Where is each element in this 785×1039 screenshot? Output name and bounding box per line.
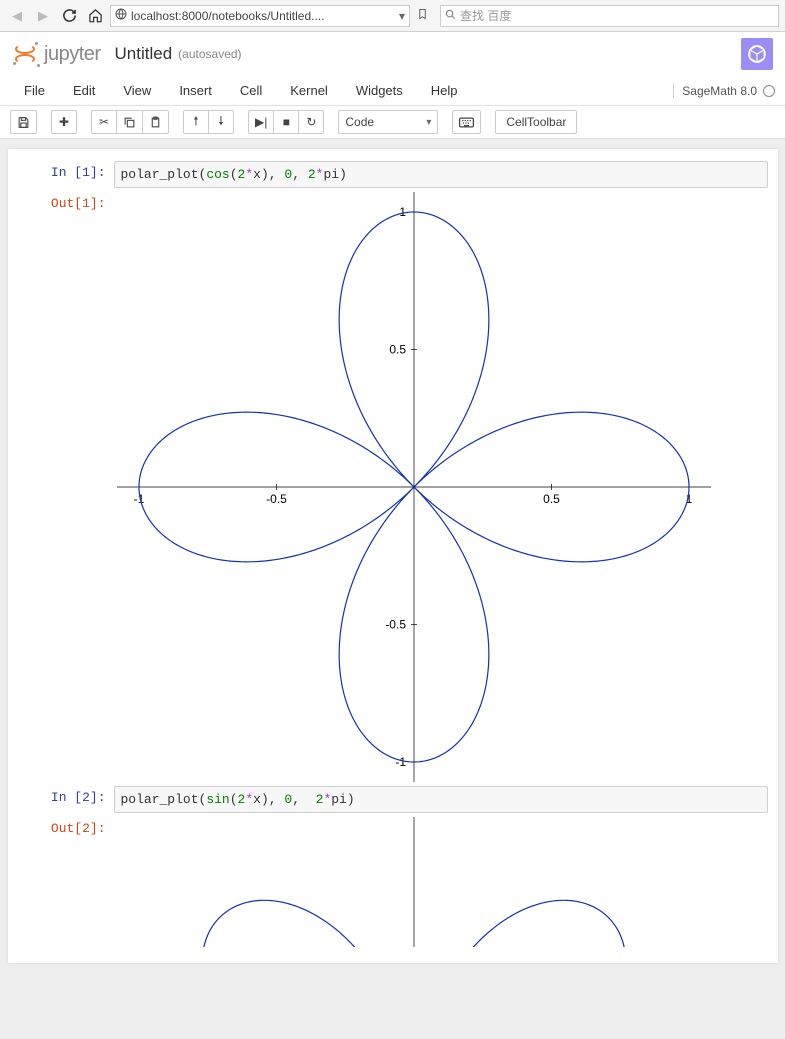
command-palette-button[interactable] — [452, 110, 481, 134]
plus-icon: ✚ — [59, 115, 69, 129]
cell-toolbar-button[interactable]: CellToolbar — [495, 110, 577, 134]
restart-button[interactable]: ↻ — [298, 110, 324, 134]
notebook-title[interactable]: Untitled — [115, 44, 173, 64]
home-button[interactable] — [84, 5, 106, 27]
sagemath-icon[interactable] — [741, 38, 773, 70]
url-bar[interactable]: localhost:8000/notebooks/Untitled.... ▾ — [110, 5, 410, 27]
jupyter-logo-text: jupyter — [44, 43, 101, 66]
output-cell: Out[2]: 0.5 — [18, 817, 768, 947]
back-button[interactable]: ◀ — [6, 5, 28, 27]
output-cell: Out[1]: -1-0.50.51-1-0.50.51 — [18, 192, 768, 782]
svg-text:0.5: 0.5 — [389, 343, 406, 357]
kernel-indicator: SageMath 8.0 — [673, 84, 775, 98]
svg-text:-1: -1 — [395, 755, 406, 769]
stop-button[interactable]: ■ — [273, 110, 299, 134]
notebook-header: jupyter Untitled (autosaved) — [0, 32, 785, 76]
arrow-down-icon: 🠗 — [218, 112, 223, 133]
menu-edit[interactable]: Edit — [59, 79, 109, 102]
svg-text:1: 1 — [399, 205, 406, 219]
menu-kernel[interactable]: Kernel — [276, 79, 342, 102]
url-dropdown-icon[interactable]: ▾ — [399, 9, 405, 23]
jupyter-logo-icon — [12, 41, 38, 67]
menu-file[interactable]: File — [10, 79, 59, 102]
cut-button[interactable]: ✂ — [91, 110, 117, 134]
add-cell-button[interactable]: ✚ — [51, 110, 77, 134]
plot-output: -1-0.50.51-1-0.50.51 — [114, 192, 768, 782]
output-prompt: Out[2]: — [18, 817, 114, 947]
svg-text:-0.5: -0.5 — [266, 492, 287, 506]
search-icon — [445, 9, 456, 23]
cut-icon: ✂ — [99, 115, 109, 129]
reload-button[interactable] — [58, 5, 80, 27]
input-prompt: In [1]: — [18, 161, 114, 188]
browser-toolbar: ◀ ▶ localhost:8000/notebooks/Untitled...… — [0, 0, 785, 32]
forward-button[interactable]: ▶ — [32, 5, 54, 27]
toolbar: ✚ ✂ 🠕 🠗 ▶| ■ ↻ Code CellToolbar — [0, 106, 785, 139]
run-icon: ▶| — [255, 115, 267, 129]
run-button[interactable]: ▶| — [248, 110, 274, 134]
plot-output: 0.5 — [114, 817, 768, 947]
menu-bar: File Edit View Insert Cell Kernel Widget… — [0, 76, 785, 106]
code-cell[interactable]: In [2]: polar_plot(sin(2*x), 0, 2*pi) — [18, 786, 768, 813]
svg-text:-0.5: -0.5 — [385, 618, 406, 632]
jupyter-logo[interactable]: jupyter — [12, 41, 101, 67]
menu-insert[interactable]: Insert — [165, 79, 226, 102]
url-text: localhost:8000/notebooks/Untitled.... — [131, 9, 324, 23]
globe-icon — [115, 8, 127, 23]
cell-type-select[interactable]: Code — [338, 110, 438, 134]
menu-widgets[interactable]: Widgets — [342, 79, 417, 102]
rose-curve-sin2x: 0.5 — [114, 817, 754, 947]
notebook-container: In [1]: polar_plot(cos(2*x), 0, 2*pi) Ou… — [0, 139, 785, 1039]
code-cell[interactable]: In [1]: polar_plot(cos(2*x), 0, 2*pi) — [18, 161, 768, 188]
input-prompt: In [2]: — [18, 786, 114, 813]
menu-view[interactable]: View — [109, 79, 165, 102]
bookmark-icon[interactable] — [414, 7, 430, 24]
kernel-name: SageMath 8.0 — [682, 84, 757, 98]
restart-icon: ↻ — [306, 115, 316, 129]
paste-button[interactable] — [142, 110, 169, 134]
rose-curve-cos2x: -1-0.50.51-1-0.50.51 — [114, 192, 754, 782]
browser-search[interactable]: 查找 百度 — [440, 5, 779, 27]
menu-cell[interactable]: Cell — [226, 79, 276, 102]
menu-help[interactable]: Help — [417, 79, 472, 102]
move-up-button[interactable]: 🠕 — [183, 110, 209, 134]
code-input[interactable]: polar_plot(cos(2*x), 0, 2*pi) — [114, 161, 768, 188]
move-down-button[interactable]: 🠗 — [208, 110, 234, 134]
search-placeholder: 查找 百度 — [460, 7, 511, 24]
arrow-up-icon: 🠕 — [193, 112, 198, 133]
kernel-status-icon — [763, 85, 775, 97]
stop-icon: ■ — [283, 115, 290, 129]
notebook-page: In [1]: polar_plot(cos(2*x), 0, 2*pi) Ou… — [8, 149, 778, 963]
svg-text:0.5: 0.5 — [543, 492, 560, 506]
code-input[interactable]: polar_plot(sin(2*x), 0, 2*pi) — [114, 786, 768, 813]
copy-button[interactable] — [116, 110, 143, 134]
autosave-status: (autosaved) — [178, 47, 241, 61]
output-prompt: Out[1]: — [18, 192, 114, 782]
save-button[interactable] — [10, 110, 37, 134]
